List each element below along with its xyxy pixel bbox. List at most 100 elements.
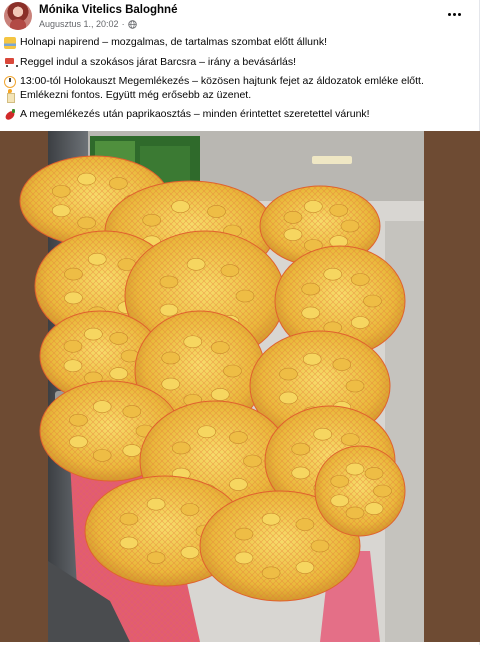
pepper (291, 466, 311, 480)
pepper (364, 502, 384, 515)
hot-pepper-icon (4, 108, 16, 121)
pepper (345, 462, 365, 476)
post-line: Holnapi napirend – mozgalmas, de tartalm… (4, 36, 476, 50)
pepper (146, 551, 166, 565)
pepper (109, 367, 129, 380)
post-line: Emlékezni fontos. Együtt még erősebb az … (4, 88, 476, 104)
pepper (295, 518, 315, 531)
pepper (323, 267, 343, 281)
pepper (109, 177, 128, 190)
pepper (261, 512, 281, 526)
candle-icon (4, 89, 16, 104)
post-line-text: Reggel indul a szokásos járat Barcsra – … (20, 55, 297, 68)
pepper (340, 433, 360, 446)
pepper (161, 351, 181, 365)
pepper (109, 332, 129, 345)
pepper (301, 282, 321, 296)
pepper (313, 427, 333, 441)
pepper (330, 474, 350, 488)
pepper (291, 442, 311, 456)
pepper (235, 289, 255, 303)
pepper (345, 379, 365, 393)
pepper (92, 449, 112, 462)
pepper (329, 204, 349, 217)
pepper (51, 184, 71, 198)
pepper (69, 435, 88, 449)
pepper (243, 454, 262, 468)
post-meta: Augusztus 1., 20:02 · (39, 19, 137, 29)
pepper (234, 551, 254, 565)
pepper (350, 273, 370, 286)
pepper (146, 497, 166, 511)
pepper (159, 303, 179, 317)
pepper (220, 264, 240, 277)
more-options-icon[interactable] (444, 6, 464, 22)
pepper (304, 200, 323, 213)
post-text: Holnapi napirend – mozgalmas, de tartalm… (4, 36, 476, 122)
pepper (183, 335, 203, 349)
pepper (207, 205, 226, 218)
post-line: A megemlékezés után paprikaosztás – mind… (4, 108, 476, 122)
pepper (180, 503, 200, 516)
post-line: Reggel indul a szokásos járat Barcsra – … (4, 56, 476, 70)
pepper (142, 213, 162, 227)
pepper (210, 341, 230, 354)
post-date[interactable]: Augusztus 1., 20:02 (39, 19, 119, 29)
pepper (373, 484, 392, 498)
post-photo[interactable] (0, 131, 480, 642)
pepper (161, 377, 181, 391)
post-header: Mónika Vitelics Baloghné Augusztus 1., 2… (4, 2, 476, 32)
pepper (332, 358, 352, 371)
meta-separator: · (121, 19, 125, 29)
post-line-text: Holnapi napirend – mozgalmas, de tartalm… (20, 36, 327, 48)
pepper (63, 339, 83, 353)
pepper (279, 367, 298, 381)
van-full-of-pepper-sacks-photo (0, 131, 480, 642)
pepper (364, 467, 384, 480)
pepper (340, 219, 360, 233)
pepper (234, 527, 254, 541)
globe-icon[interactable] (127, 19, 137, 29)
pepper (77, 216, 96, 230)
pepper (171, 200, 190, 213)
pepper (302, 352, 322, 366)
pepper (119, 536, 139, 550)
clock-icon (4, 75, 16, 88)
pepper (64, 267, 83, 281)
post-line: 13:00-tól Holokauszt Megemlékezés – közö… (4, 75, 476, 89)
pepper (186, 258, 206, 271)
pepper (122, 405, 142, 418)
author-avatar[interactable] (4, 2, 32, 30)
facebook-post: Mónika Vitelics Baloghné Augusztus 1., 2… (0, 0, 480, 645)
pepper (87, 252, 107, 266)
post-line-text: Emlékezni fontos. Együtt még erősebb az … (20, 88, 252, 101)
pepper (171, 441, 191, 455)
bus-icon (4, 36, 16, 49)
pepper (330, 494, 350, 508)
pepper (295, 561, 315, 574)
pepper (261, 566, 281, 580)
post-line-text: 13:00-tól Holokauszt Megemlékezés – közö… (20, 75, 424, 87)
pepper (84, 327, 103, 341)
pepper (301, 306, 321, 320)
pepper (122, 444, 142, 457)
pepper (92, 400, 112, 413)
pepper (63, 359, 83, 373)
post-line-text: A megemlékezés után paprikaosztás – mind… (20, 108, 370, 120)
pepper (310, 539, 330, 553)
pepper (180, 546, 200, 559)
author-name[interactable]: Mónika Vitelics Baloghné (39, 4, 177, 16)
pepper (229, 478, 248, 491)
pepper (345, 506, 365, 520)
pepper (363, 294, 382, 308)
shopping-cart-icon (4, 56, 18, 68)
pepper (210, 388, 230, 401)
pepper (77, 172, 96, 186)
pepper (283, 228, 303, 241)
pepper (350, 316, 370, 329)
pepper (119, 512, 139, 526)
pepper (64, 291, 83, 305)
pepper (229, 431, 248, 444)
pepper (223, 364, 242, 378)
pepper (159, 275, 179, 289)
